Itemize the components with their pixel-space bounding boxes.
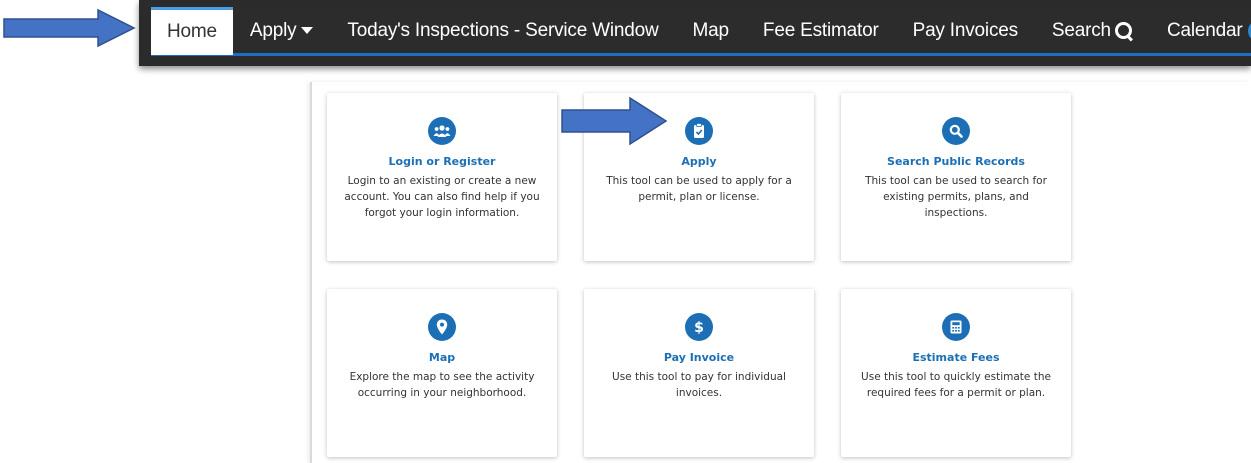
card-description: Use this tool to quickly estimate the re… <box>861 371 1051 399</box>
card-title[interactable]: Estimate Fees <box>841 351 1071 364</box>
card-description: This tool can be used to search for exis… <box>865 175 1047 219</box>
svg-text:$: $ <box>694 320 704 335</box>
nav-pay-invoices[interactable]: Pay Invoices <box>896 7 1035 55</box>
card-description: Explore the map to see the activity occu… <box>349 371 535 399</box>
tools-panel: Login or Register Login to an existing o… <box>310 82 1251 463</box>
users-icon <box>428 117 456 145</box>
caret-down-icon <box>301 27 314 34</box>
card-pay-invoice[interactable]: $ Pay Invoice Use this tool to pay for i… <box>584 289 814 457</box>
card-title[interactable]: Search Public Records <box>841 155 1071 168</box>
card-description: Login to an existing or create a new acc… <box>344 175 540 219</box>
nav-todays-inspections[interactable]: Today's Inspections - Service Window <box>330 7 675 55</box>
annotation-arrow-nav <box>3 8 136 48</box>
card-title[interactable]: Map <box>327 351 557 364</box>
card-map[interactable]: Map Explore the map to see the activity … <box>327 289 557 457</box>
map-marker-icon <box>428 313 456 341</box>
nav-apply[interactable]: Apply <box>233 7 331 55</box>
annotation-arrow-apply <box>561 96 668 146</box>
card-title[interactable]: Apply <box>584 155 814 168</box>
search-icon <box>942 117 970 145</box>
card-description: This tool can be used to apply for a per… <box>606 175 792 203</box>
clipboard-check-icon <box>685 117 713 145</box>
nav-map[interactable]: Map <box>676 7 746 55</box>
search-icon <box>1114 21 1133 40</box>
nav-home[interactable]: Home <box>151 6 233 55</box>
card-search-public-records[interactable]: Search Public Records This tool can be u… <box>841 93 1071 261</box>
nav-fee-estimator[interactable]: Fee Estimator <box>746 7 896 55</box>
main-navbar: Home Apply Today's Inspections - Service… <box>151 6 1251 56</box>
dollar-icon: $ <box>685 313 713 341</box>
card-description: Use this tool to pay for individual invo… <box>612 371 786 399</box>
card-estimate-fees[interactable]: Estimate Fees Use this tool to quickly e… <box>841 289 1071 457</box>
card-login-register[interactable]: Login or Register Login to an existing o… <box>327 93 557 261</box>
card-title[interactable]: Pay Invoice <box>584 351 814 364</box>
navbar-screenshot: Home Apply Today's Inspections - Service… <box>139 0 1251 66</box>
nav-search[interactable]: Search <box>1035 7 1150 55</box>
calculator-icon <box>942 313 970 341</box>
nav-calendar[interactable]: Calendar0 <box>1150 7 1251 55</box>
card-title[interactable]: Login or Register <box>327 155 557 168</box>
